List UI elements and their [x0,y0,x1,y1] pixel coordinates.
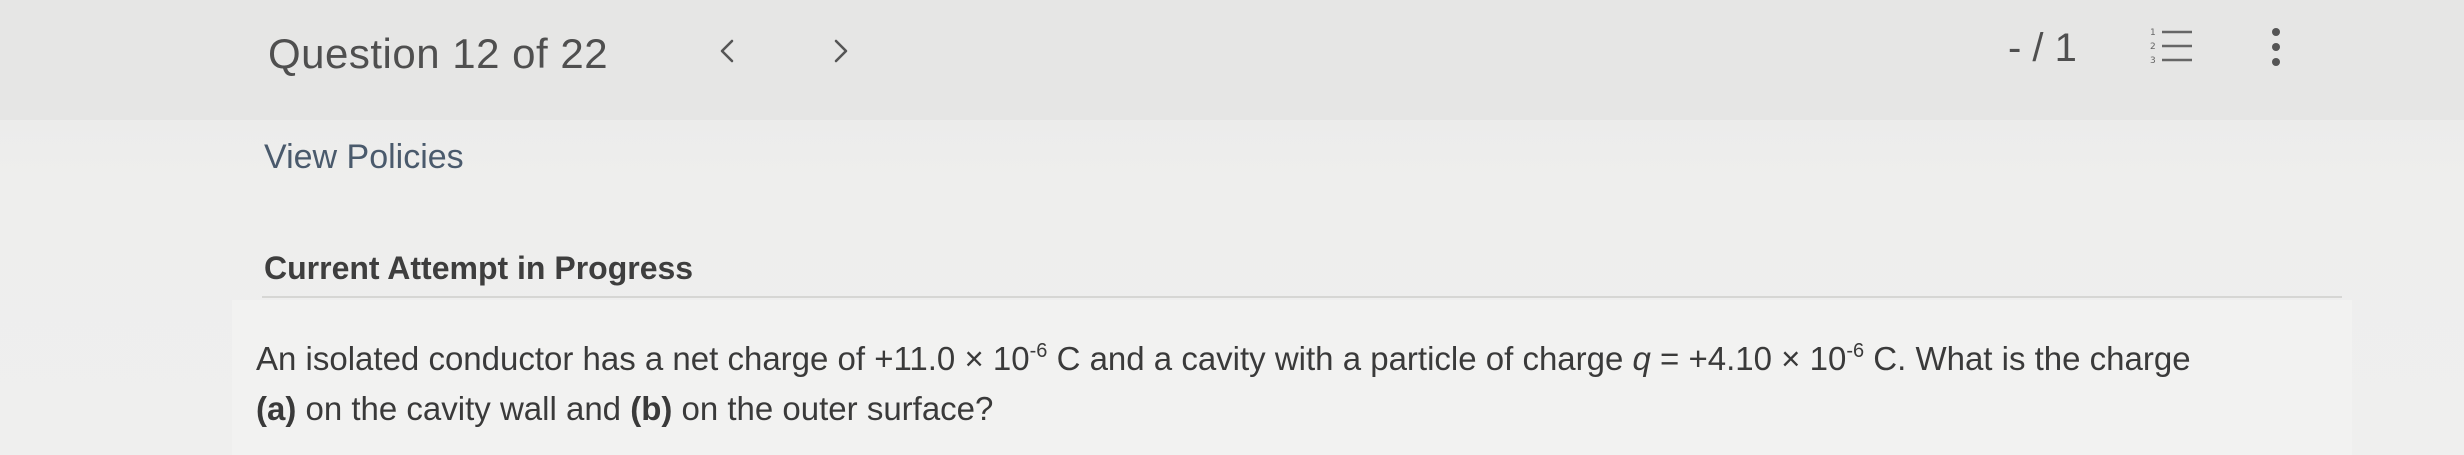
charge-variable: q [1632,340,1651,377]
exponent: -6 [1029,340,1048,362]
chevron-left-icon [720,39,734,63]
question-text-segment: An isolated conductor has a net charge o… [256,340,1030,377]
part-b-label: (b) [630,390,673,427]
question-prompt: An isolated conductor has a net charge o… [256,334,2336,434]
svg-text:1: 1 [2150,28,2156,38]
numbered-list-icon[interactable]: 1 2 3 [2148,24,2196,68]
score-display: - / 1 [2008,26,2077,70]
question-text-segment: on the cavity wall and [296,390,631,427]
question-text-segment: C. What is the charge [1864,340,2191,377]
previous-question-button[interactable] [712,34,742,68]
next-question-button[interactable] [826,34,856,68]
chevron-right-icon [834,39,848,63]
view-policies-link[interactable]: View Policies [264,138,464,177]
section-divider [262,296,2342,298]
question-text-segment: on the outer surface? [672,390,994,427]
more-vertical-icon[interactable] [2266,22,2286,72]
svg-text:2: 2 [2150,42,2156,52]
svg-text:3: 3 [2150,56,2156,66]
attempt-status-heading: Current Attempt in Progress [264,250,694,286]
exponent: -6 [1846,340,1865,362]
part-a-label: (a) [256,390,297,427]
question-text-segment: C and a cavity with a particle of charge [1047,340,1633,377]
question-text-segment: = +4.10 × 10 [1650,340,1847,377]
question-counter: Question 12 of 22 [268,30,609,77]
